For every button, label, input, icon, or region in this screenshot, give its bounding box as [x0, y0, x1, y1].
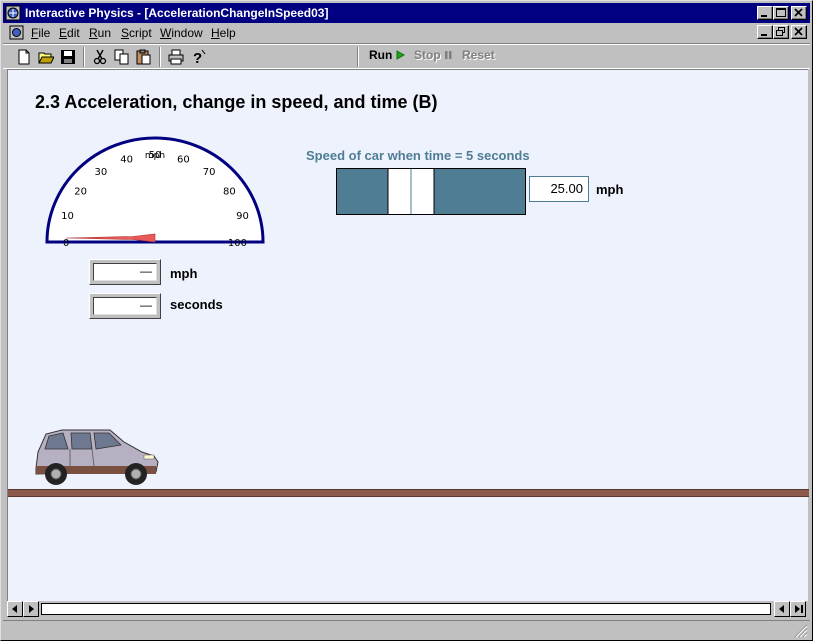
- run-button[interactable]: Run: [369, 48, 405, 62]
- gauge-tick-label: 10: [61, 211, 74, 222]
- save-icon: [61, 50, 75, 64]
- minimize-icon: [761, 15, 767, 17]
- speed-readout: —: [89, 259, 161, 285]
- app-icon[interactable]: [5, 5, 21, 21]
- ground-track: [8, 489, 809, 497]
- menu-run[interactable]: Run: [89, 26, 111, 40]
- gauge-tick-label: 90: [236, 211, 249, 222]
- toolbar-separator: [159, 47, 161, 67]
- print-button[interactable]: [165, 47, 187, 67]
- car-body[interactable]: [32, 428, 160, 490]
- new-icon: [18, 49, 30, 65]
- gauge-tick-label: 100: [228, 238, 247, 246]
- open-button[interactable]: [35, 47, 57, 67]
- status-bar: [3, 620, 810, 640]
- doc-close-button[interactable]: [791, 25, 807, 39]
- arrow-left-icon: [779, 605, 784, 613]
- window-title: Interactive Physics - [AccelerationChang…: [25, 6, 329, 20]
- arrow-right-end-icon: [795, 605, 803, 613]
- page-title: 2.3 Acceleration, change in speed, and t…: [35, 92, 438, 112]
- horizontal-scrollbar[interactable]: [7, 601, 808, 617]
- gauge-tick-label: 0: [63, 238, 69, 246]
- menu-bar: File Edit Run Script Window Help: [3, 23, 810, 42]
- close-icon: [794, 8, 803, 17]
- slider-unit: mph: [596, 182, 624, 197]
- save-button[interactable]: [57, 47, 79, 67]
- gauge-tick-label: 40: [120, 154, 133, 165]
- slider-value-field[interactable]: 25.00: [529, 176, 589, 202]
- gauge-tick-label: 80: [223, 186, 236, 197]
- menu-file[interactable]: File: [31, 26, 50, 40]
- toolbar-separator: [357, 47, 359, 67]
- speed-readout-value: —: [93, 263, 157, 281]
- scroll-right-begin-button[interactable]: [774, 601, 790, 617]
- title-bar[interactable]: Interactive Physics - [AccelerationChang…: [3, 3, 810, 23]
- document-icon[interactable]: [9, 25, 25, 40]
- print-icon: [168, 49, 184, 65]
- slider-caption: Speed of car when time = 5 seconds: [306, 148, 530, 163]
- simulation-canvas[interactable]: 2.3 Acceleration, change in speed, and t…: [7, 69, 809, 601]
- gauge-tick-label: 30: [95, 167, 108, 178]
- speedometer-gauge: mph 010203040 50 60708090100: [45, 136, 265, 246]
- maximize-icon: [776, 8, 786, 17]
- help-icon: ?: [193, 49, 206, 65]
- pause-icon: [445, 51, 452, 59]
- menu-window[interactable]: Window: [160, 26, 203, 40]
- menu-help[interactable]: Help: [211, 26, 236, 40]
- time-readout: —: [89, 293, 161, 319]
- scroll-left-button[interactable]: [7, 601, 23, 617]
- play-icon: [396, 50, 405, 60]
- stop-button[interactable]: Stop: [414, 48, 453, 62]
- copy-button[interactable]: [111, 47, 133, 67]
- scroll-right-button[interactable]: [790, 601, 806, 617]
- svg-text:?: ?: [193, 50, 202, 65]
- scroll-left-end-button[interactable]: [23, 601, 39, 617]
- help-button[interactable]: ?: [187, 47, 209, 67]
- speed-slider[interactable]: [336, 168, 526, 215]
- time-readout-value: —: [93, 297, 157, 315]
- time-readout-unit: seconds: [170, 297, 223, 312]
- cut-button[interactable]: [89, 47, 111, 67]
- resize-grip-icon[interactable]: [794, 624, 808, 638]
- gauge-tick-label: 20: [74, 186, 87, 197]
- minimize-icon: [761, 34, 767, 36]
- restore-icon: [776, 27, 785, 36]
- minimize-button[interactable]: [757, 6, 773, 20]
- slider-thumb[interactable]: [387, 168, 435, 215]
- open-icon: [38, 52, 54, 64]
- close-button[interactable]: [791, 6, 807, 20]
- paste-button[interactable]: [133, 47, 155, 67]
- arrow-left-icon: [12, 605, 17, 613]
- gauge-tick-label: 70: [203, 167, 216, 178]
- gauge-tick-label: 50: [149, 150, 162, 161]
- menu-script[interactable]: Script: [121, 26, 152, 40]
- toolbar: ? Run Stop Reset: [3, 43, 810, 69]
- new-button[interactable]: [13, 47, 35, 67]
- app-window: Interactive Physics - [AccelerationChang…: [0, 0, 813, 641]
- toolbar-separator: [83, 47, 85, 67]
- gauge-tick-label: 60: [177, 154, 190, 165]
- maximize-button[interactable]: [773, 6, 789, 20]
- reset-button[interactable]: Reset: [462, 48, 495, 62]
- menu-edit[interactable]: Edit: [59, 26, 80, 40]
- close-icon: [794, 27, 803, 36]
- doc-minimize-button[interactable]: [757, 25, 773, 39]
- doc-restore-button[interactable]: [773, 25, 789, 39]
- arrow-right-icon: [29, 605, 34, 613]
- scroll-track[interactable]: [41, 603, 771, 615]
- speed-readout-unit: mph: [170, 266, 198, 281]
- paste-icon: [136, 49, 151, 65]
- copy-icon: [114, 49, 129, 65]
- cut-icon: [93, 49, 107, 65]
